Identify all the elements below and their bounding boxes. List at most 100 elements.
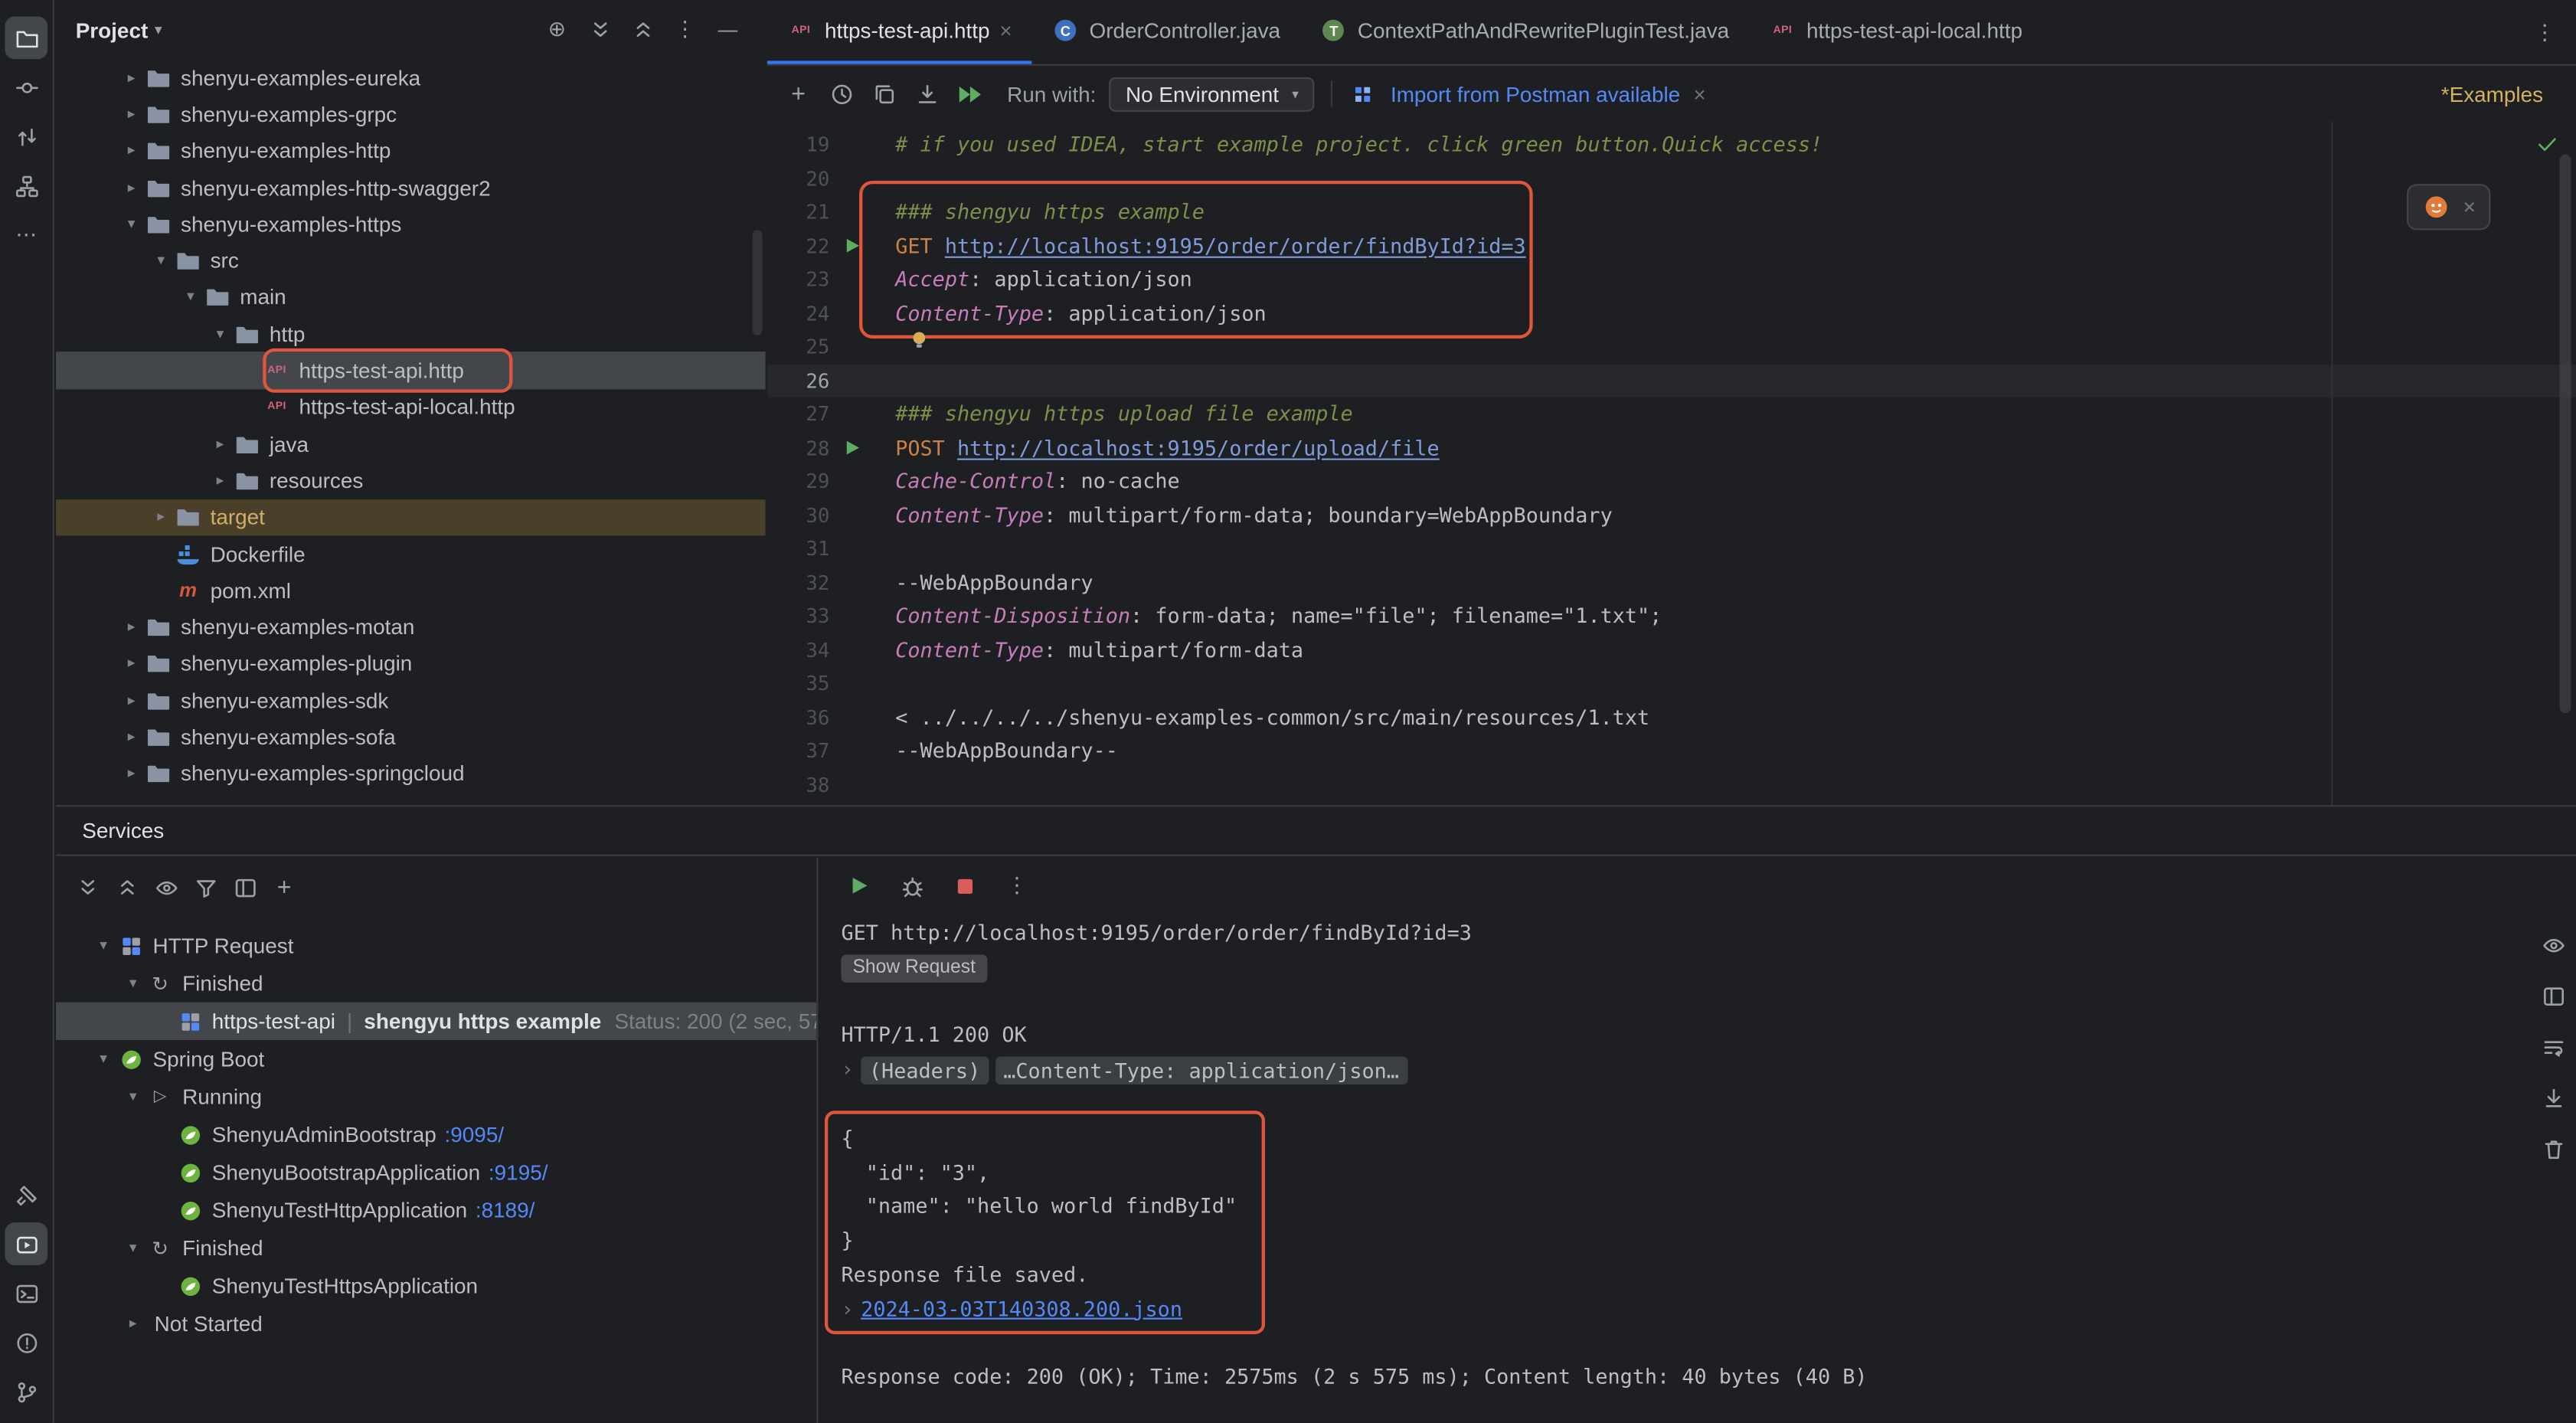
project-tree-item[interactable]: ▸shenyu-examples-sofa	[56, 718, 766, 755]
chevron-right-icon[interactable]: ▸	[118, 692, 144, 710]
environment-select[interactable]: No Environment ▾	[1110, 77, 1316, 111]
chevron-down-icon[interactable]: ▾	[120, 1088, 146, 1106]
console-line[interactable]: "id": "3",	[841, 1156, 2526, 1190]
services-tree-item[interactable]: ▸Not Started	[56, 1304, 816, 1342]
editor-tab[interactable]: APIhttps-test-api-local.http	[1749, 0, 2042, 64]
rerun-icon[interactable]	[841, 868, 877, 904]
intention-bulb-icon[interactable]	[908, 327, 930, 361]
chevron-down-icon[interactable]: ▾	[207, 325, 233, 343]
project-tree-item[interactable]: ▸shenyu-examples-motan	[56, 609, 766, 646]
services-tree-item[interactable]: ▾▷Running	[56, 1078, 816, 1115]
chevron-right-icon[interactable]: ▸	[120, 1314, 146, 1333]
headers-chip[interactable]: (Headers)	[861, 1057, 989, 1084]
service-port-link[interactable]: :9095/	[445, 1122, 505, 1147]
project-tree-item[interactable]: Dockerfile	[56, 535, 766, 572]
chevron-right-icon[interactable]: ▸	[148, 508, 174, 526]
chevron-right-icon[interactable]: ▸	[118, 68, 144, 87]
chevron-right-icon[interactable]: ▸	[207, 472, 233, 490]
services-tool-button[interactable]	[5, 1222, 47, 1265]
code-line[interactable]: 31	[767, 532, 2576, 566]
editor-scrollbar[interactable]	[2560, 155, 2571, 713]
copy-request-icon[interactable]	[866, 76, 902, 112]
add-request-icon[interactable]: +	[780, 76, 816, 112]
services-tree-item[interactable]: ShenyuBootstrapApplication:9195/	[56, 1153, 816, 1191]
close-tab-icon[interactable]: ×	[999, 20, 1012, 41]
import-requests-icon[interactable]	[908, 76, 944, 112]
services-tree-item[interactable]: ▾↻Finished	[56, 1229, 816, 1267]
code-line[interactable]: 23Accept: application/json	[767, 263, 2576, 296]
services-tree-item[interactable]: ▾HTTP Request	[56, 927, 816, 964]
add-service-icon[interactable]: +	[266, 869, 302, 905]
code-line[interactable]: 27### shengyu https upload file example	[767, 397, 2576, 431]
chevron-down-icon[interactable]: ▾	[178, 288, 204, 306]
project-tree-item[interactable]: ▸shenyu-examples-http	[56, 132, 766, 169]
scroll-to-end-icon[interactable]	[2535, 1080, 2571, 1116]
expand-all-icon[interactable]	[69, 869, 105, 905]
editor-tab[interactable]: COrderController.java	[1031, 0, 1299, 64]
project-tree-item[interactable]: ▸shenyu-examples-springcloud	[56, 755, 766, 792]
project-tree-item[interactable]: ▸target	[56, 499, 766, 535]
collapse-all-icon[interactable]	[624, 11, 660, 47]
collapse-all-icon[interactable]	[109, 869, 145, 905]
console-line[interactable]: Response file saved.	[841, 1258, 2526, 1293]
code-line[interactable]: 38	[767, 768, 2576, 802]
project-tree-item[interactable]: ▸shenyu-examples-sdk	[56, 682, 766, 718]
console-line[interactable]: }	[841, 1225, 2526, 1259]
examples-label[interactable]: *Examples	[2441, 81, 2563, 106]
inspections-ok-icon[interactable]	[2535, 132, 2559, 167]
chevron-right-icon[interactable]: ▸	[207, 435, 233, 453]
code-line[interactable]: 26	[767, 364, 2576, 397]
console-line[interactable]: ›2024-03-03T140308.200.json	[841, 1293, 2526, 1327]
services-tree-item[interactable]: ShenyuTestHttpApplication:8189/	[56, 1191, 816, 1228]
project-tree-item[interactable]: ▸shenyu-examples-grpc	[56, 96, 766, 132]
tab-options-icon[interactable]: ⋮	[2527, 14, 2563, 50]
chevron-down-icon[interactable]: ▾	[118, 215, 144, 234]
project-panel-title[interactable]: Project	[76, 18, 149, 42]
console-line[interactable]: Response code: 200 (OK); Time: 2575ms (2…	[841, 1361, 2526, 1395]
hide-panel-icon[interactable]: —	[710, 11, 746, 47]
pull-requests-tool-button[interactable]	[5, 115, 47, 158]
project-tree-item[interactable]: ▸java	[56, 426, 766, 463]
code-line[interactable]: 22GET http://localhost:9195/order/order/…	[767, 229, 2576, 263]
console-line[interactable]: "name": "hello world findById"	[841, 1190, 2526, 1225]
code-line[interactable]: 29Cache-Control: no-cache	[767, 465, 2576, 499]
project-tree-item[interactable]: ▾shenyu-examples-https	[56, 206, 766, 243]
project-tree-item[interactable]: mpom.xml	[56, 572, 766, 609]
chevron-down-icon[interactable]: ▾	[155, 21, 162, 39]
group-icon[interactable]	[227, 869, 263, 905]
project-tool-button[interactable]	[5, 16, 47, 59]
chevron-down-icon[interactable]: ▾	[120, 974, 146, 993]
run-request-icon[interactable]	[829, 237, 872, 255]
terminal-tool-button[interactable]	[5, 1272, 47, 1315]
editor-tab[interactable]: APIhttps-test-api.http×	[767, 0, 1032, 64]
services-tree-item[interactable]: ShenyuAdminBootstrap:9095/	[56, 1116, 816, 1153]
postman-import-link[interactable]: Import from Postman available	[1391, 81, 1680, 106]
code-line[interactable]: 37--WebAppBoundary--	[767, 734, 2576, 768]
services-tree-item[interactable]: https-test-api|shengyu https exampleStat…	[56, 1003, 816, 1040]
structure-tool-button[interactable]	[5, 165, 47, 208]
locate-file-icon[interactable]: ⊕	[539, 11, 575, 47]
filter-icon[interactable]	[188, 869, 224, 905]
fold-chevron-icon[interactable]: ›	[841, 1293, 861, 1327]
project-tree-item[interactable]: APIhttps-test-api-local.http	[56, 389, 766, 426]
close-widget-icon[interactable]: ×	[2463, 196, 2476, 218]
show-request-button[interactable]: Show Request	[841, 954, 987, 982]
project-tree-item[interactable]: ▸resources	[56, 462, 766, 499]
soft-wrap-icon[interactable]	[2535, 1029, 2571, 1065]
version-control-tool-button[interactable]	[5, 1370, 47, 1413]
content-type-chip[interactable]: …Content-Type: application/json…	[995, 1057, 1407, 1084]
console-line[interactable]: Show Request	[841, 951, 2526, 986]
preview-icon[interactable]	[2535, 927, 2571, 963]
assistant-badge-icon[interactable]	[2422, 194, 2450, 220]
chevron-right-icon[interactable]: ▸	[118, 655, 144, 673]
expand-all-icon[interactable]	[581, 11, 617, 47]
services-title[interactable]: Services	[82, 818, 164, 842]
more-icon[interactable]: ⋮	[999, 868, 1035, 904]
preview-icon[interactable]	[148, 869, 184, 905]
console-output[interactable]: GET http://localhost:9195/order/order/fi…	[818, 914, 2526, 1423]
console-line[interactable]: {	[841, 1122, 2526, 1156]
project-tree-item[interactable]: ▸shenyu-examples-eureka	[56, 59, 766, 96]
project-tree-item[interactable]: ▸shenyu-examples-http-swagger2	[56, 169, 766, 206]
code-line[interactable]: 34Content-Type: multipart/form-data	[767, 633, 2576, 667]
code-line[interactable]: 35	[767, 667, 2576, 701]
